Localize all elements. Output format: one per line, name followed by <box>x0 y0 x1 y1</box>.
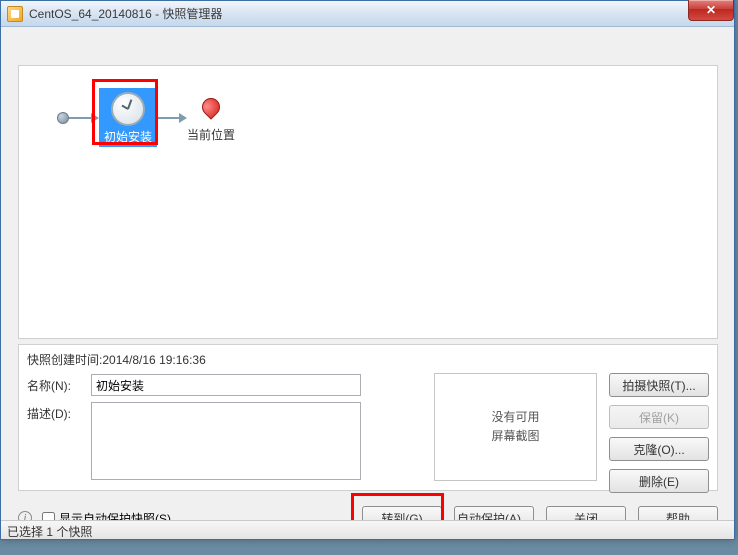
status-text: 已选择 1 个快照 <box>7 525 92 539</box>
connector-line <box>157 117 179 119</box>
snapshot-node[interactable]: 初始安装 <box>99 88 157 147</box>
created-time-label: 快照创建时间: <box>27 353 102 367</box>
name-label: 名称(N): <box>27 374 91 394</box>
screenshot-thumbnail: 没有可用 屏幕截图 <box>434 373 597 481</box>
thumb-line1: 没有可用 <box>491 410 539 424</box>
clone-button[interactable]: 克隆(O)... <box>609 437 709 461</box>
start-dot-icon <box>57 112 69 124</box>
arrow-icon <box>179 113 187 123</box>
timeline: 初始安装 当前位置 <box>57 88 235 147</box>
clock-icon <box>111 92 145 126</box>
name-input[interactable] <box>91 374 361 396</box>
snapshot-selection: 初始安装 <box>99 88 157 147</box>
description-input[interactable] <box>91 402 361 480</box>
snapshot-label: 初始安装 <box>101 128 155 145</box>
pin-icon <box>202 98 220 124</box>
close-icon: ✕ <box>706 3 716 17</box>
window-title: CentOS_64_20140816 - 快照管理器 <box>29 5 222 22</box>
created-time-value: 2014/8/16 19:16:36 <box>102 353 205 367</box>
client-area: 初始安装 当前位置 快照创建时间:2014/8/16 19:16:36 名称(N… <box>1 27 734 539</box>
created-time-line: 快照创建时间:2014/8/16 19:16:36 <box>27 351 709 368</box>
connector-line <box>69 117 91 119</box>
status-bar: 已选择 1 个快照 <box>1 520 734 539</box>
description-label: 描述(D): <box>27 402 91 422</box>
snapshot-tree-canvas[interactable]: 初始安装 当前位置 <box>18 65 718 339</box>
thumb-line2: 屏幕截图 <box>491 429 539 443</box>
current-position-label: 当前位置 <box>187 126 235 143</box>
snapshot-details-panel: 快照创建时间:2014/8/16 19:16:36 名称(N): 描述(D): … <box>18 344 718 491</box>
delete-button[interactable]: 删除(E) <box>609 469 709 493</box>
current-position-node[interactable]: 当前位置 <box>187 92 235 143</box>
snapshot-manager-window: CentOS_64_20140816 - 快照管理器 ✕ 初始安装 <box>0 0 735 540</box>
take-snapshot-button[interactable]: 拍摄快照(T)... <box>609 373 709 397</box>
keep-button: 保留(K) <box>609 405 709 429</box>
close-window-button[interactable]: ✕ <box>688 0 734 21</box>
snapshot-action-buttons: 拍摄快照(T)... 保留(K) 克隆(O)... 删除(E) <box>609 373 709 493</box>
titlebar[interactable]: CentOS_64_20140816 - 快照管理器 ✕ <box>1 1 734 27</box>
app-icon <box>7 6 23 22</box>
arrow-icon <box>91 113 99 123</box>
